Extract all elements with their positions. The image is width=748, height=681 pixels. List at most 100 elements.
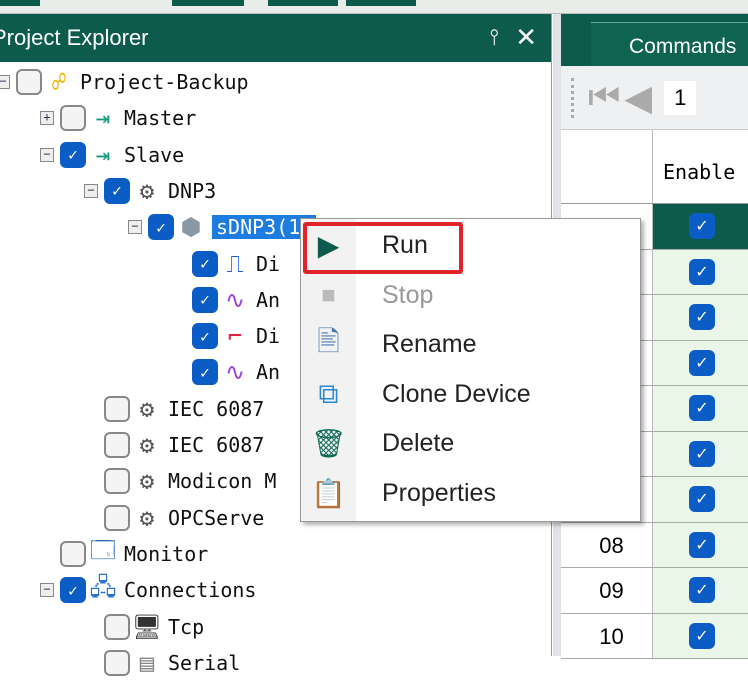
menu-item-label: Stop	[382, 280, 434, 309]
node-label: Tcp	[168, 614, 205, 639]
analog-signal-icon: ∿	[224, 285, 246, 314]
node-label: Slave	[124, 142, 185, 167]
enable-checkbox[interactable]: ✓	[689, 304, 715, 330]
enable-checkbox[interactable]: ✓	[689, 622, 715, 649]
node-label: Master	[124, 106, 197, 131]
menu-item-properties[interactable]: 📋 Properties	[301, 469, 640, 518]
node-label: DNP3	[168, 178, 217, 203]
row-number: 08	[561, 522, 653, 567]
monitor-icon: 🗔	[89, 536, 117, 565]
checkbox[interactable]	[104, 432, 130, 458]
menu-item-label: Clone Device	[382, 379, 531, 408]
tree-node[interactable]: ⚙ IEC 6087	[104, 391, 264, 427]
tree-node[interactable]: ✓ ∿ An	[192, 354, 280, 390]
tree-node[interactable]: − ✓ ⬢ sDNP3(1)	[128, 209, 317, 245]
menu-item-label: Delete	[382, 429, 455, 458]
enable-checkbox[interactable]: ✓	[689, 213, 715, 239]
table-row[interactable]: 08 ✓	[561, 522, 748, 568]
trash-icon: 🗑	[310, 428, 347, 460]
expand-toggle[interactable]: −	[0, 75, 10, 89]
tree-node[interactable]: ✓ ⌐ Di	[192, 318, 280, 354]
pin-icon[interactable]: ⫯	[489, 24, 499, 50]
explorer-header: Project Explorer ⫯ ✕	[0, 14, 551, 62]
expand-toggle[interactable]: +	[40, 111, 54, 126]
stop-icon: ⏹	[321, 278, 336, 310]
node-label: Modicon M	[168, 469, 277, 494]
checkbox[interactable]	[60, 540, 86, 567]
node-label: An	[256, 287, 281, 312]
checkbox[interactable]: ✓	[60, 141, 86, 168]
expand-toggle[interactable]: −	[84, 183, 98, 198]
slave-arrow-icon: ⇥	[95, 140, 111, 169]
serial-icon: ▤	[139, 648, 155, 677]
menu-item-label: Rename	[382, 330, 477, 359]
tree-node[interactable]: − ✓ ⇥ Slave	[40, 137, 184, 173]
tree-node[interactable]: ⚙ Modicon M	[104, 463, 276, 499]
node-label: An	[256, 360, 281, 385]
checkbox[interactable]	[104, 468, 130, 495]
tree-node[interactable]: ⚙ IEC 6087	[104, 427, 264, 463]
node-label: OPCServe	[168, 505, 265, 530]
menu-item-rename[interactable]: 🖹 Rename	[301, 320, 640, 369]
tree-node[interactable]: 🖥 Tcp	[104, 609, 204, 645]
run-highlight-box	[303, 222, 463, 274]
checkbox[interactable]	[60, 105, 86, 132]
menu-item-clone-device[interactable]: ⧉ Clone Device	[301, 370, 640, 419]
first-page-icon[interactable]: ⏮	[588, 76, 620, 119]
enable-checkbox[interactable]: ✓	[689, 349, 715, 376]
gear-icon: ⚙	[139, 503, 155, 532]
page-number-input[interactable]: 1	[664, 80, 697, 115]
tree-node[interactable]: + ⇥ Master	[40, 100, 196, 136]
checkbox[interactable]: ✓	[148, 214, 174, 241]
checkbox[interactable]	[16, 69, 42, 95]
node-label: Di	[256, 324, 281, 349]
tree-node[interactable]: 🗔 Monitor	[60, 536, 208, 572]
expand-toggle[interactable]: −	[40, 583, 54, 598]
menu-item-label: Properties	[382, 479, 496, 507]
menu-item-stop[interactable]: ⏹ Stop	[301, 271, 640, 320]
enable-checkbox[interactable]: ✓	[689, 486, 715, 512]
table-row[interactable]: 10 ✓	[561, 613, 748, 659]
close-icon[interactable]: ✕	[515, 22, 537, 53]
tree-node[interactable]: ✓ ∿ An	[192, 282, 280, 318]
expand-toggle[interactable]: −	[128, 220, 142, 235]
checkbox[interactable]: ✓	[104, 177, 130, 204]
table-row[interactable]: 09 ✓	[561, 568, 748, 614]
checkbox[interactable]	[104, 613, 130, 640]
tree-node[interactable]: ▤ Serial	[104, 645, 240, 681]
row-number: 10	[561, 613, 653, 658]
device-cube-icon: ⬢	[180, 213, 202, 242]
prev-page-icon[interactable]: ◀	[624, 77, 652, 119]
node-label: Project-Backup	[80, 70, 249, 94]
tree-node[interactable]: − ✓ ⚙ DNP3	[84, 173, 216, 209]
menu-item-delete[interactable]: 🗑 Delete	[301, 419, 640, 468]
tree-node[interactable]: − ✓ 🖧 Connections	[40, 572, 256, 608]
master-arrow-icon: ⇥	[95, 104, 111, 133]
gear-icon: ⚙	[139, 467, 155, 496]
checkbox[interactable]: ✓	[192, 359, 218, 386]
checkbox[interactable]: ✓	[192, 286, 218, 313]
enable-checkbox[interactable]: ✓	[689, 531, 715, 558]
expand-toggle[interactable]: −	[40, 147, 54, 162]
checkbox[interactable]: ✓	[60, 577, 86, 604]
enable-checkbox[interactable]: ✓	[689, 395, 715, 421]
enable-checkbox[interactable]: ✓	[689, 440, 715, 467]
gear-icon: ⚙	[139, 431, 155, 459]
checkbox[interactable]: ✓	[192, 250, 218, 277]
pager-toolbar: ⏮ ◀ 1	[561, 66, 748, 130]
tab-commands[interactable]: Commands	[591, 22, 748, 66]
tree-node[interactable]: ⚙ OPCServe	[104, 500, 264, 536]
rename-icon: 🖹	[317, 325, 340, 357]
enable-checkbox[interactable]: ✓	[689, 577, 715, 603]
column-enable[interactable]: Enable	[653, 130, 735, 203]
tree-node[interactable]: ✓ ⎍ Di	[192, 246, 280, 282]
enable-checkbox[interactable]: ✓	[689, 258, 715, 285]
tcp-icon: 🖥	[131, 612, 163, 641]
checkbox[interactable]: ✓	[192, 323, 218, 350]
checkbox[interactable]	[104, 649, 130, 676]
checkbox[interactable]	[104, 504, 130, 531]
explorer-title: Project Explorer	[0, 25, 149, 50]
checkbox[interactable]	[104, 395, 130, 422]
tree-node[interactable]: − ☍ Project-Backup	[0, 64, 249, 100]
node-label: Serial	[168, 650, 241, 675]
